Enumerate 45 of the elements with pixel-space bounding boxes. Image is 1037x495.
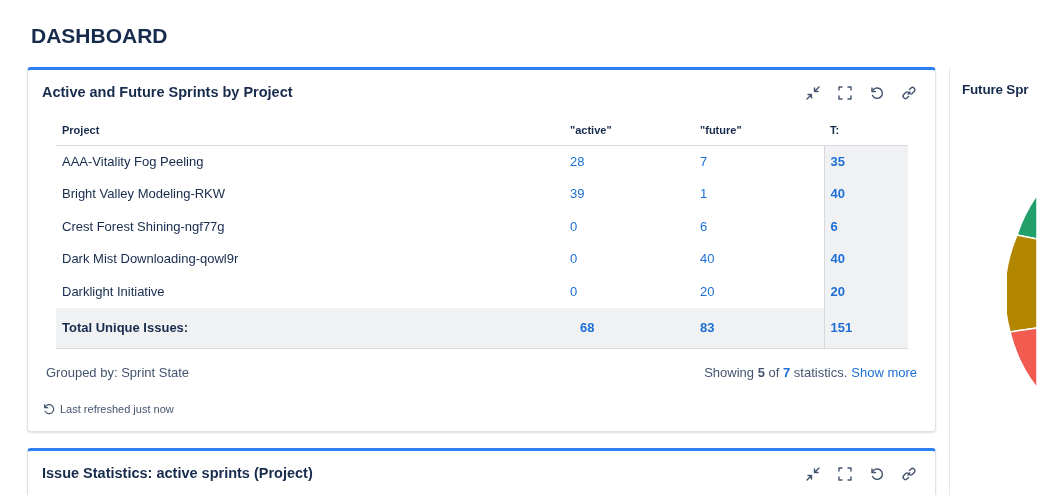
refresh-button[interactable] xyxy=(869,85,885,101)
table-cell[interactable]: 151 xyxy=(824,307,908,349)
table-cell[interactable]: 20 xyxy=(694,275,824,308)
table-cell[interactable]: 40 xyxy=(694,242,824,275)
column-header: Project xyxy=(56,116,564,145)
fullscreen-button[interactable] xyxy=(837,85,853,101)
link-button[interactable] xyxy=(901,466,917,482)
table-cell[interactable]: 0 xyxy=(564,242,694,275)
table-cell[interactable]: 7 xyxy=(694,145,824,178)
table-cell[interactable]: 28 xyxy=(564,145,694,178)
table-cell[interactable]: 0 xyxy=(564,275,694,308)
table-cell: Darklight Initiative xyxy=(56,275,564,308)
table-cell[interactable]: 40 xyxy=(824,242,908,275)
table-cell: Total Unique Issues: xyxy=(56,307,564,349)
fullscreen-button[interactable] xyxy=(837,466,853,482)
table-cell[interactable]: 6 xyxy=(824,210,908,243)
gadget-title: Issue Statistics: active sprints (Project) xyxy=(42,464,313,484)
page-title: DASHBOARD xyxy=(31,23,169,49)
table-cell[interactable]: 6 xyxy=(694,210,824,243)
table-cell[interactable]: 35 xyxy=(824,145,908,178)
table-cell-text: Crest Forest Shining-ngf77g xyxy=(61,217,226,236)
table-cell[interactable]: 1 xyxy=(694,177,824,210)
column-header: T: xyxy=(824,116,908,145)
show-more-link[interactable]: Show more xyxy=(851,363,917,383)
last-refreshed-text: Last refreshed just now xyxy=(60,401,174,417)
table-cell[interactable]: 83 xyxy=(694,307,824,349)
gadget-title: Active and Future Sprints by Project xyxy=(42,83,293,103)
link-button[interactable] xyxy=(901,85,917,101)
refresh-button[interactable] xyxy=(869,466,885,482)
showing-text: Showing 5 of 7 statistics. xyxy=(704,364,848,382)
table-cell[interactable]: 68 xyxy=(564,307,694,349)
gadget-title: Future Spr xyxy=(962,80,1029,99)
table-cell[interactable]: 39 xyxy=(564,177,694,210)
table-cell[interactable]: 0 xyxy=(564,210,694,243)
table-cell[interactable]: 20 xyxy=(824,275,908,308)
table-cell-text: Bright Valley Modeling-RKW xyxy=(61,185,227,203)
column-header: "future" xyxy=(694,116,824,145)
table-cell-text: Dark Mist Downloading-qowl9r xyxy=(61,250,240,268)
table-cell: AAA-Vitality Fog Peeling xyxy=(56,145,564,178)
collapse-button[interactable] xyxy=(805,85,821,101)
column-header: "active" xyxy=(564,116,694,145)
refresh-icon xyxy=(42,401,56,416)
grouped-by-text: Grouped by: Sprint State xyxy=(46,364,190,382)
collapse-button[interactable] xyxy=(805,466,821,482)
table-cell[interactable]: 40 xyxy=(824,177,908,210)
